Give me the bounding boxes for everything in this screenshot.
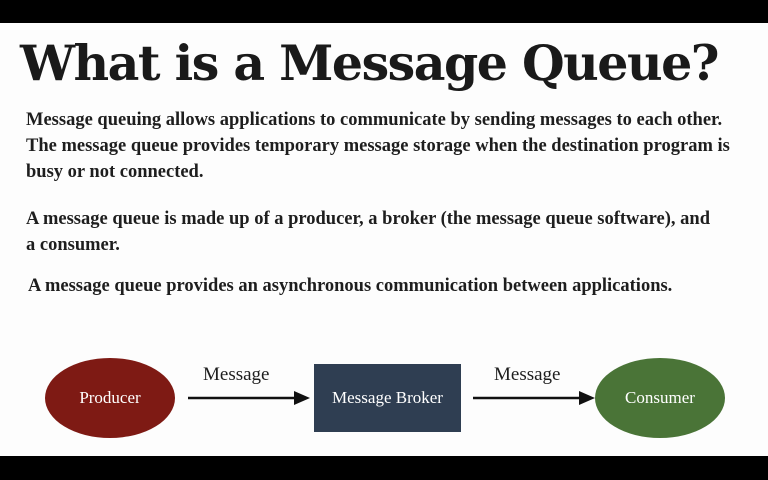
message-flow-diagram: Producer Message Message Broker Message …	[0, 353, 768, 453]
edge-label-broker-consumer: Message	[494, 364, 561, 385]
edge-label-producer-broker: Message	[203, 364, 270, 385]
paragraph-async: A message queue provides an asynchronous…	[28, 276, 673, 296]
slide: What is a Message Queue? Message queuing…	[0, 23, 768, 456]
arrow-producer-to-broker	[188, 391, 310, 405]
arrow-broker-to-consumer	[473, 391, 595, 405]
consumer-label: Consumer	[625, 388, 695, 407]
message-broker-label: Message Broker	[332, 388, 443, 407]
message-broker-node: Message Broker	[314, 364, 461, 432]
slide-title: What is a Message Queue?	[20, 34, 720, 92]
consumer-node: Consumer	[595, 358, 725, 438]
paragraph-components: A message queue is made up of a producer…	[26, 209, 710, 255]
producer-label: Producer	[79, 388, 141, 407]
paragraph-definition: Message queuing allows applications to c…	[26, 110, 730, 182]
producer-node: Producer	[45, 358, 175, 438]
